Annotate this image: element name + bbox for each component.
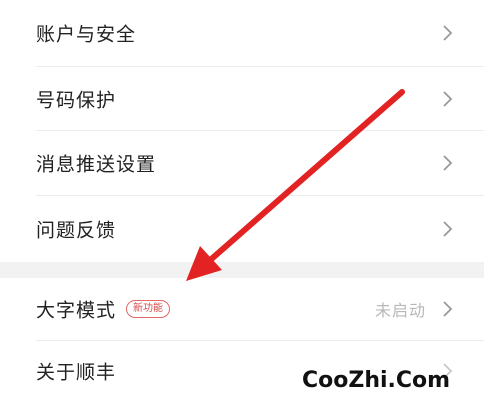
settings-item-feedback[interactable]: 问题反馈 [0, 196, 484, 262]
settings-item-label: 号码保护 [36, 89, 117, 111]
chevron-right-icon [443, 221, 453, 237]
settings-group-primary: 账户与安全 号码保护 消息推送设置 问题反馈 [0, 0, 484, 262]
chevron-right-icon [443, 155, 453, 171]
status-text: 未启动 [374, 301, 426, 320]
settings-item-label: 问题反馈 [36, 219, 117, 242]
settings-item-label: 账户与安全 [36, 23, 137, 46]
chevron-right-icon [443, 301, 453, 317]
settings-item-number-protection[interactable]: 号码保护 [0, 67, 484, 130]
settings-item-label: 关于顺丰 [36, 361, 117, 384]
settings-item-large-text-mode[interactable]: 大字模式 新功能 未启动 [0, 278, 484, 340]
settings-item-label: 大字模式 [36, 299, 117, 322]
chevron-right-icon [443, 25, 453, 41]
settings-item-account-security[interactable]: 账户与安全 [0, 0, 484, 66]
settings-item-push-settings[interactable]: 消息推送设置 [0, 131, 484, 195]
settings-item-label: 消息推送设置 [36, 153, 157, 176]
new-feature-badge: 新功能 [126, 300, 170, 318]
watermark: CooZhi.Com [302, 368, 451, 393]
chevron-right-icon [443, 90, 453, 107]
